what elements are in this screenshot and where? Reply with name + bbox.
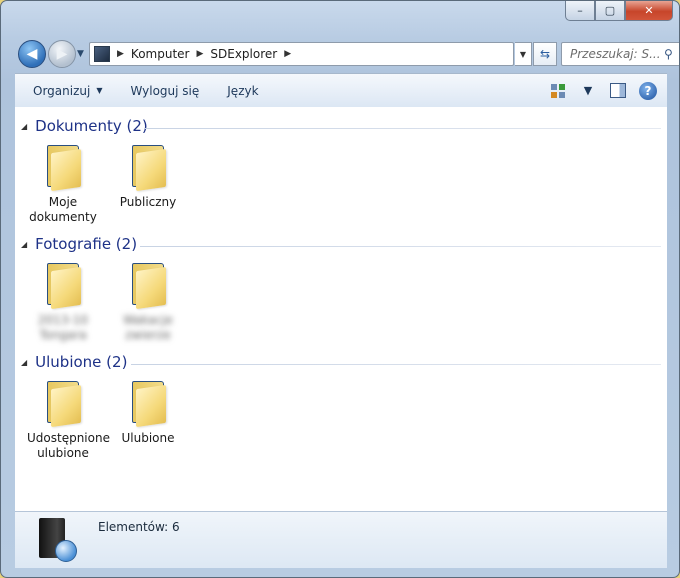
folder-item[interactable]: Publiczny [108,145,188,210]
folder-label: Ulubione [121,431,175,445]
help-icon: ? [639,81,657,100]
search-icon[interactable]: ⚲ [664,47,679,61]
folder-icon [130,263,166,310]
minimize-button[interactable]: – [565,1,595,21]
back-button[interactable]: ◀ [18,40,46,68]
computer-icon [94,46,110,62]
chevron-right-icon[interactable]: ▶ [196,49,203,59]
view-options-dropdown[interactable]: ▼ [577,80,599,102]
folder-item[interactable]: 2013-10 Tongara [23,263,103,343]
group-divider [145,128,661,129]
organize-button[interactable]: Organizuj ▼ [23,78,112,104]
chevron-down-icon: ▼ [583,84,593,97]
folder-item[interactable]: Wakacje zwierze [108,263,188,343]
folder-icon [130,381,166,428]
folder-label: 2013-10 Tongara [37,313,89,342]
collapse-triangle-icon[interactable]: ◢ [21,240,27,249]
refresh-button[interactable]: ⇆ [533,42,557,66]
details-pane: Elementów: 6 [15,511,667,568]
language-button[interactable]: Język [217,78,268,104]
logout-button[interactable]: Wyloguj się [120,78,209,104]
group-title: Dokumenty (2) [35,117,148,135]
group-title: Fotografie (2) [35,235,138,253]
organize-label: Organizuj [33,83,91,98]
preview-pane-button[interactable] [607,80,629,102]
navigation-bar: ◀ ▶ ▼ ▶ Komputer ▶ SDExplorer ▶ ▼ ⇆ Prze… [15,39,679,71]
sdexplorer-icon [37,518,77,562]
folder-item[interactable]: Ulubione [108,381,188,446]
command-bar: Organizuj ▼ Wyloguj się Język ▼ ? [15,73,667,108]
item-count: Elementów: 6 [98,520,180,534]
forward-button[interactable]: ▶ [48,40,76,68]
maximize-button[interactable]: ▢ [595,1,625,21]
group-divider [131,364,661,365]
language-label: Język [227,83,259,98]
group-header[interactable]: ◢ Dokumenty (2) [21,117,148,135]
folder-icon [45,263,81,310]
group-header[interactable]: ◢ Ulubione (2) [21,353,127,371]
chevron-down-icon: ▼ [96,86,103,95]
group-header[interactable]: ◢ Fotografie (2) [21,235,137,253]
folder-icon [45,381,81,428]
search-box[interactable]: Przeszukaj: S... ⚲ [561,42,679,66]
close-button[interactable]: ✕ [625,1,673,21]
change-view-button[interactable] [547,80,569,102]
folder-icon [130,145,166,192]
preview-pane-icon [610,83,626,98]
folder-icon [45,145,81,192]
breadcrumb-computer[interactable]: Komputer [131,47,190,61]
help-button[interactable]: ? [637,80,659,102]
recent-pages-dropdown[interactable]: ▼ [77,49,84,59]
search-input[interactable]: Przeszukaj: S... [562,47,664,61]
group-divider [140,246,661,247]
explorer-window: – ▢ ✕ ◀ ▶ ▼ ▶ Komputer ▶ SDExplorer ▶ ▼ … [0,0,680,578]
folder-item[interactable]: Udostępnione ulubione [18,381,110,461]
address-dropdown-button[interactable]: ▼ [515,42,532,66]
views-icon [551,83,565,98]
folder-label: Wakacje zwierze [123,313,173,342]
file-list-pane: ◢ Dokumenty (2) Moje dokumenty Publiczny… [15,107,667,511]
logout-label: Wyloguj się [130,83,200,98]
collapse-triangle-icon[interactable]: ◢ [21,358,27,367]
breadcrumb-sdexplorer[interactable]: SDExplorer [210,47,277,61]
chevron-right-icon[interactable]: ▶ [284,49,291,59]
group-title: Ulubione (2) [35,353,128,371]
folder-label: Moje dokumenty [29,195,97,224]
chevron-right-icon[interactable]: ▶ [117,49,124,59]
caption-buttons: – ▢ ✕ [565,1,673,21]
refresh-icon: ⇆ [539,47,551,61]
folder-item[interactable]: Moje dokumenty [23,145,103,225]
collapse-triangle-icon[interactable]: ◢ [21,122,27,131]
folder-label: Publiczny [119,195,177,209]
address-bar[interactable]: ▶ Komputer ▶ SDExplorer ▶ [89,42,514,66]
folder-label: Udostępnione ulubione [27,431,110,460]
